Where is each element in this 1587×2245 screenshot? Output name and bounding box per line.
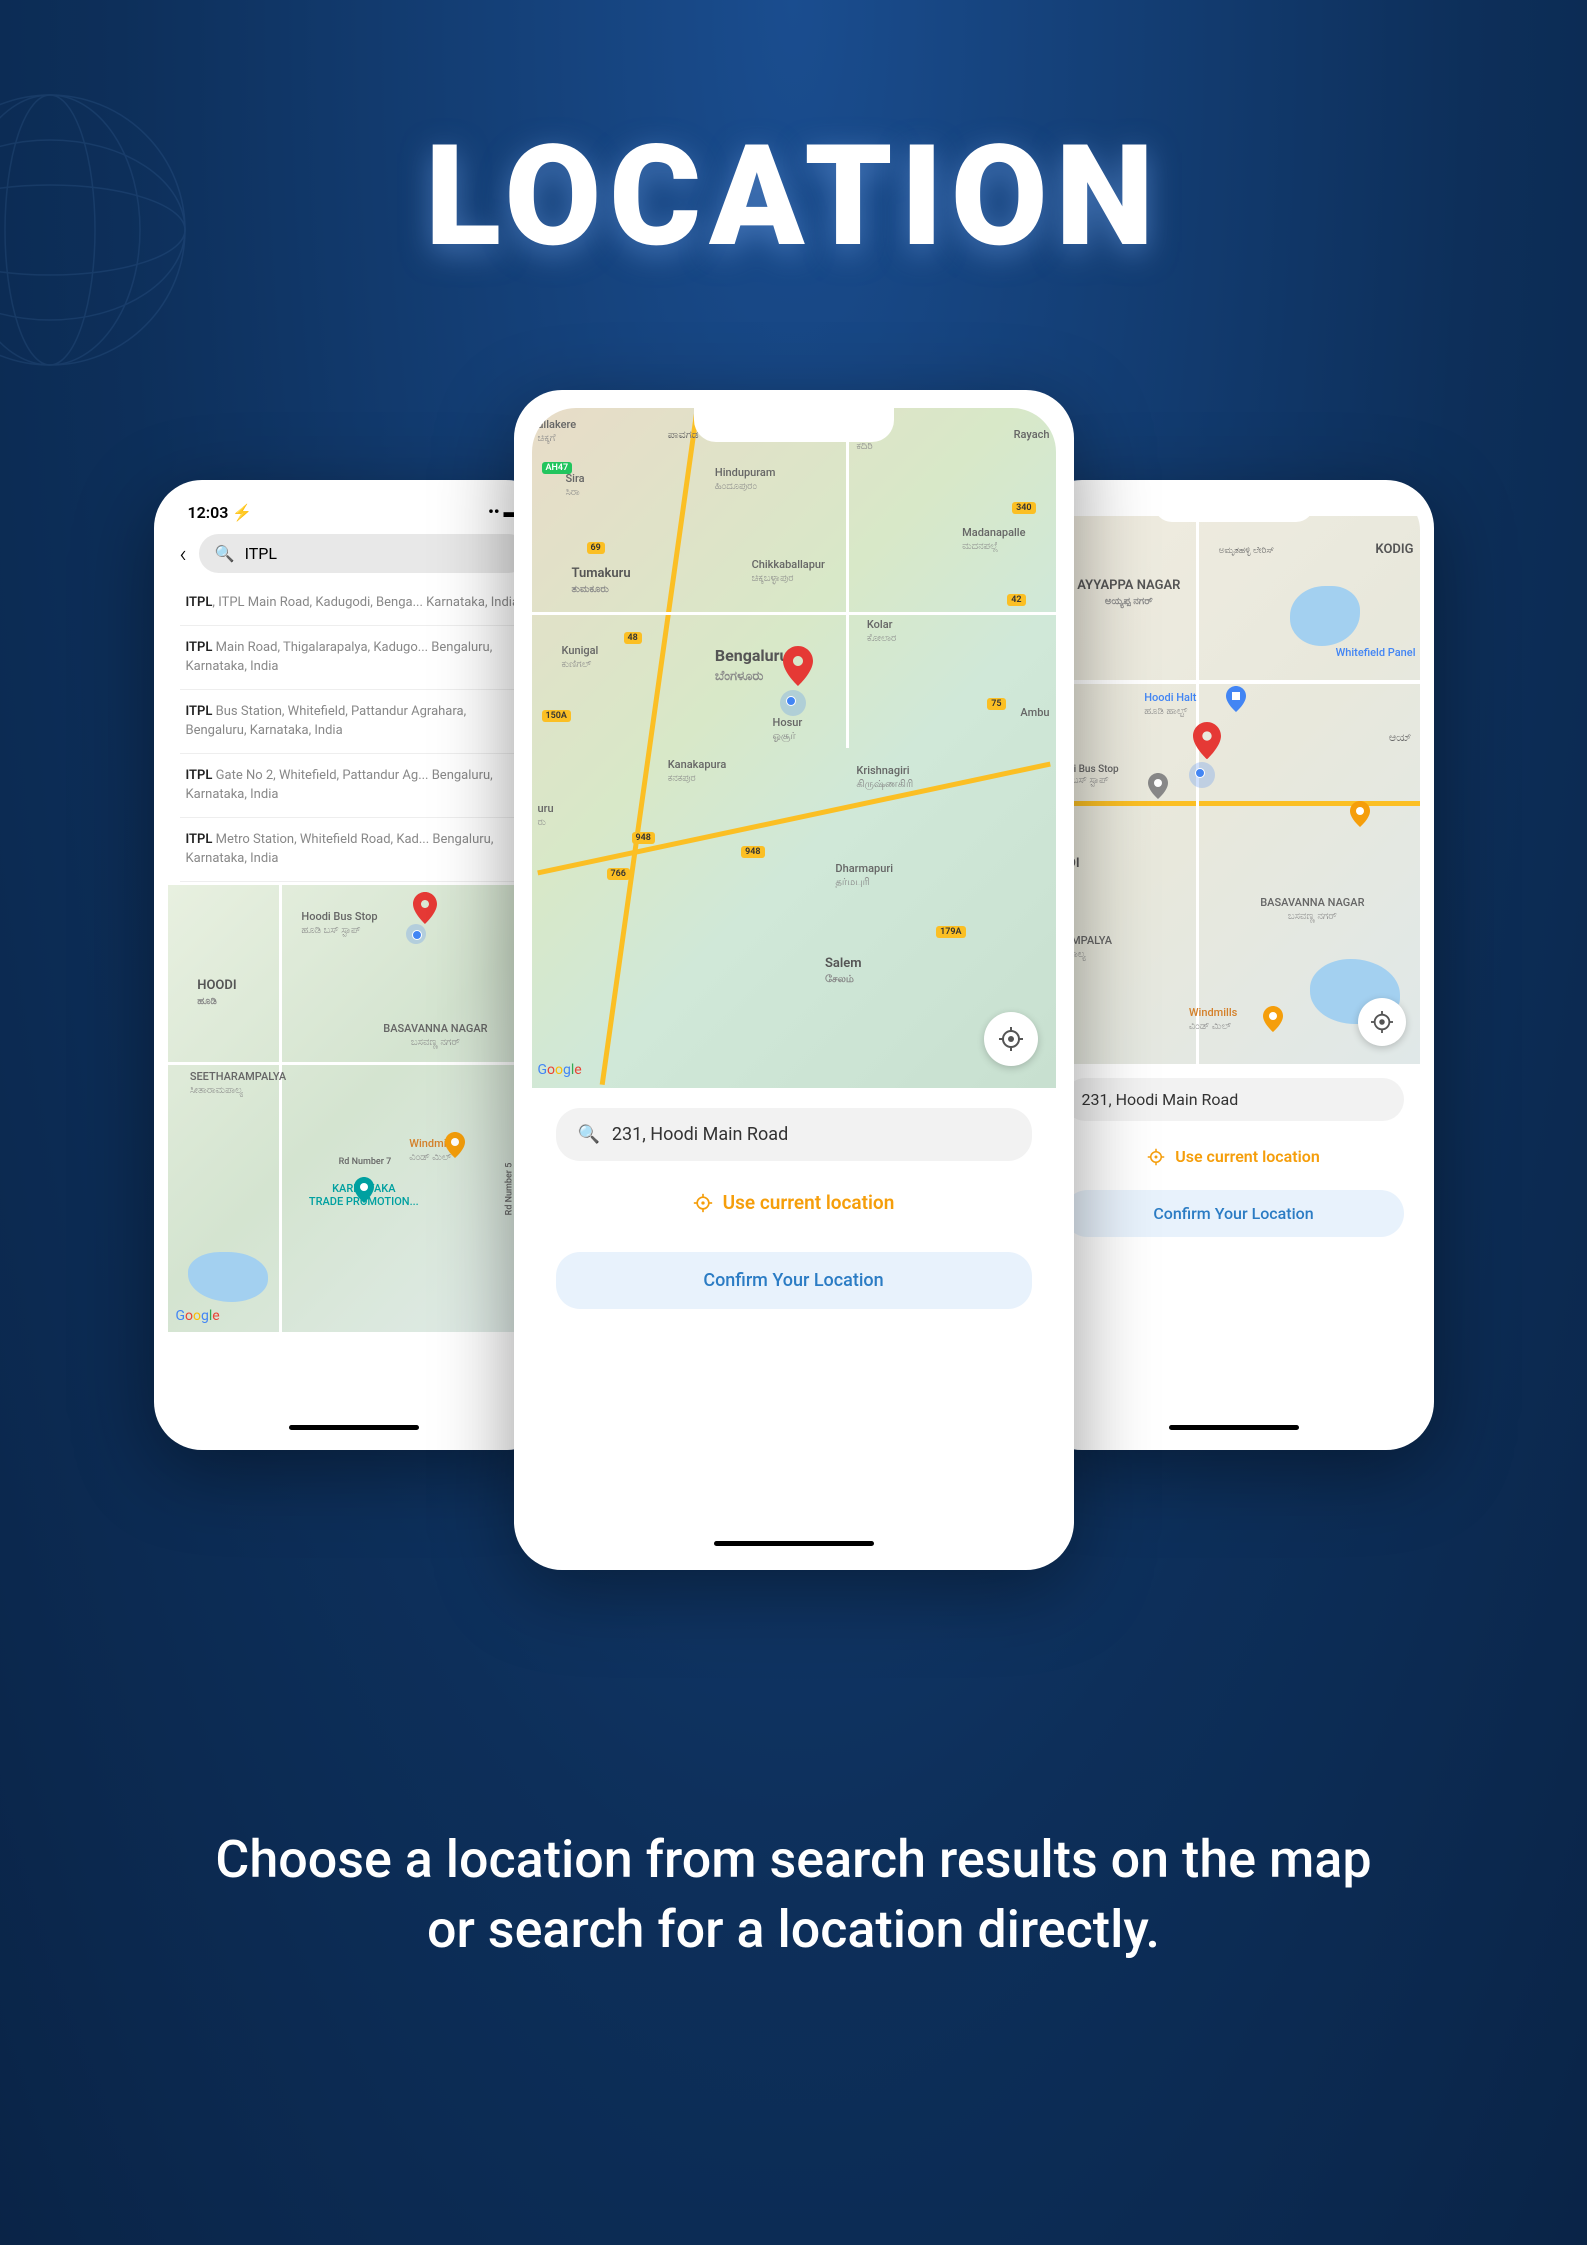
search-text: 231, Hoodi Main Road [1082, 1090, 1239, 1109]
map-view[interactable]: Hoodi Bus Stopಹೂಡಿ ಬಸ್ ಸ್ಟಾಪ್ HOODIಹೂಡಿ … [168, 882, 540, 1332]
locate-me-button[interactable] [984, 1012, 1038, 1066]
route-badge: 42 [1007, 594, 1025, 606]
google-logo: Google [538, 1062, 582, 1078]
poi-icon [1226, 686, 1246, 712]
current-location-dot [406, 924, 426, 944]
route-badge: 766 [607, 868, 630, 880]
use-current-location-button[interactable]: Use current location [556, 1175, 1032, 1230]
locate-icon [693, 1193, 713, 1213]
route-badge: 340 [1012, 502, 1035, 514]
map-label: Kolarಕೋಲಾರ [867, 618, 896, 644]
map-label: Rd Number 7 [339, 1157, 392, 1167]
map-label: BASAVANNA NAGARಬಸವಣ್ಣ ನಗರ್ [1260, 896, 1364, 922]
current-location-dot [780, 690, 806, 716]
map-label: Ambu [1020, 706, 1049, 719]
map-view[interactable]: ಅಮೃತಹಳ್ಳಿ ಲೇರಿಸ್ KODIG AYYAPPA NAGARಅಯ್ಯ… [1048, 516, 1420, 1064]
search-result[interactable]: ITPL, ITPL Main Road, Kadugodi, Benga...… [180, 581, 528, 626]
search-input[interactable] [245, 544, 512, 563]
search-icon: 🔍 [215, 544, 235, 563]
search-box[interactable]: 🔍 [199, 534, 528, 573]
search-result[interactable]: ITPL Main Road, Thigalarapalya, Kadugo..… [180, 626, 528, 690]
search-pill[interactable]: 🔍 231, Hoodi Main Road [556, 1108, 1032, 1161]
map-label: Kanakapuraಕನಕಪುರ [668, 758, 727, 784]
map-label: Chikkaballapurಚಿಕ್ಕಬಳ್ಳಾಪುರ [752, 558, 825, 584]
current-location-dot [1189, 762, 1215, 788]
poi-icon [1263, 1006, 1283, 1032]
phone-right: ಅಮೃತಹಳ್ಳಿ ಲೇರಿಸ್ KODIG AYYAPPA NAGARಅಯ್ಯ… [1034, 480, 1434, 1450]
confirm-location-button[interactable]: Confirm Your Location [556, 1252, 1032, 1309]
page-title: LOCATION [425, 115, 1162, 279]
map-label: allakereಚಿಕ್ಕಗೆ [538, 418, 577, 444]
map-label: Madanapalleಮದನಪಲ್ಲೆ [962, 526, 1025, 552]
map-label: ಪಾವಗಡ [668, 428, 699, 442]
subtitle: Choose a location from search results on… [194, 1825, 1394, 1965]
poi-icon [1350, 801, 1370, 827]
poi-icon [354, 1177, 374, 1203]
map-label: Hoodi Bus Stopಹೂಡಿ ಬಸ್ ಸ್ಟಾಪ್ [301, 910, 377, 936]
route-badge: 948 [632, 832, 655, 844]
map-label: Krishnagiriகிருஷ்ணகிரி [856, 764, 913, 791]
map-label: ಅಮೃತಹಳ್ಳಿ ಲೇರಿಸ್ [1219, 546, 1275, 556]
map-label: Dharmapuriதர்மபுரி [835, 862, 893, 889]
map-label: uruರು [538, 802, 554, 828]
map-label: Bengaluruಬೆಂಗಳೂರು [715, 646, 789, 684]
map-label: BASAVANNA NAGARಬಸವಣ್ಣ ನಗರ್ [383, 1022, 487, 1048]
use-current-location-button[interactable]: Use current location [1064, 1135, 1404, 1178]
status-time: 12:03 ⚡ [188, 503, 253, 522]
map-label: Kunigalಕುಣಿಗಲ್ [562, 644, 599, 670]
search-text: 231, Hoodi Main Road [612, 1124, 788, 1145]
map-label: Rayach [1014, 428, 1050, 441]
map-label: Hoodi Haltಹೂಡಿ ಹಾಲ್ಟ್ [1144, 691, 1196, 717]
map-label: HOODIಹೂಡಿ [197, 978, 236, 1008]
phone-center: AH47 allakereಚಿಕ್ಕಗೆ ಪಾವಗಡ Kadiriಕದಿರಿ R… [514, 390, 1074, 1570]
back-button[interactable]: ‹ [180, 540, 187, 568]
route-badge: 69 [587, 542, 605, 554]
search-results-list: ITPL, ITPL Main Road, Kadugodi, Benga...… [168, 581, 540, 882]
map-label: Windmillsವಿಂಡ್ ಮಿಲ್ [1189, 1006, 1237, 1032]
search-result[interactable]: ITPL Gate No 2, Whitefield, Pattandur Ag… [180, 754, 528, 818]
poi-icon [1148, 773, 1168, 799]
phone-left: 12:03 ⚡ •• ▬ ‹ 🔍 ITPL, ITPL Main Road, K… [154, 480, 554, 1450]
map-pin-icon [783, 646, 813, 686]
locate-me-button[interactable] [1358, 998, 1406, 1046]
map-pin-icon [413, 892, 437, 924]
locate-icon [1147, 1148, 1165, 1166]
use-current-label: Use current location [1175, 1147, 1320, 1166]
map-label: Salemசேலம் [825, 956, 862, 986]
globe-decoration [0, 80, 200, 380]
home-indicator [714, 1541, 874, 1546]
map-label: SEETHARAMPALYAಸೀತಾರಾಮಪಾಲ್ಯ [190, 1070, 286, 1096]
route-badge: 48 [624, 632, 642, 644]
search-icon: 🔍 [578, 1124, 600, 1145]
google-logo: Google [176, 1308, 220, 1324]
map-label: Tumakuruತುಮಕೂರು [572, 566, 631, 596]
map-label: AYYAPPA NAGARಅಯ್ಯಪ್ಪ ನಗರ್ [1077, 578, 1180, 608]
map-pin-icon [1193, 722, 1221, 760]
route-badge: 150A [542, 710, 571, 722]
map-view[interactable]: AH47 allakereಚಿಕ್ಕಗೆ ಪಾವಗಡ Kadiriಕದಿರಿ R… [532, 408, 1056, 1088]
map-label: Siraಸಿರಾ [566, 472, 585, 498]
home-indicator [289, 1425, 419, 1430]
route-badge: 75 [987, 698, 1005, 710]
map-label: ಆಯ್ [1389, 731, 1412, 745]
search-result[interactable]: ITPL Metro Station, Whitefield Road, Kad… [180, 818, 528, 882]
search-pill[interactable]: 231, Hoodi Main Road [1064, 1078, 1404, 1121]
route-badge: 179A [936, 926, 965, 938]
confirm-location-button[interactable]: Confirm Your Location [1064, 1190, 1404, 1237]
map-label: KODIG [1375, 542, 1413, 557]
route-badge: 948 [741, 846, 764, 858]
map-label: Whitefield Panel [1336, 646, 1416, 659]
map-label: Hindupuramಹಿಂದೂಪುರಂ [715, 466, 776, 492]
map-label: Hosurஓசூர் [773, 716, 803, 743]
phones-container: 12:03 ⚡ •• ▬ ‹ 🔍 ITPL, ITPL Main Road, K… [94, 390, 1494, 1570]
search-result[interactable]: ITPL Bus Station, Whitefield, Pattandur … [180, 690, 528, 754]
home-indicator [1169, 1425, 1299, 1430]
use-current-label: Use current location [723, 1191, 895, 1214]
poi-icon [445, 1132, 465, 1158]
